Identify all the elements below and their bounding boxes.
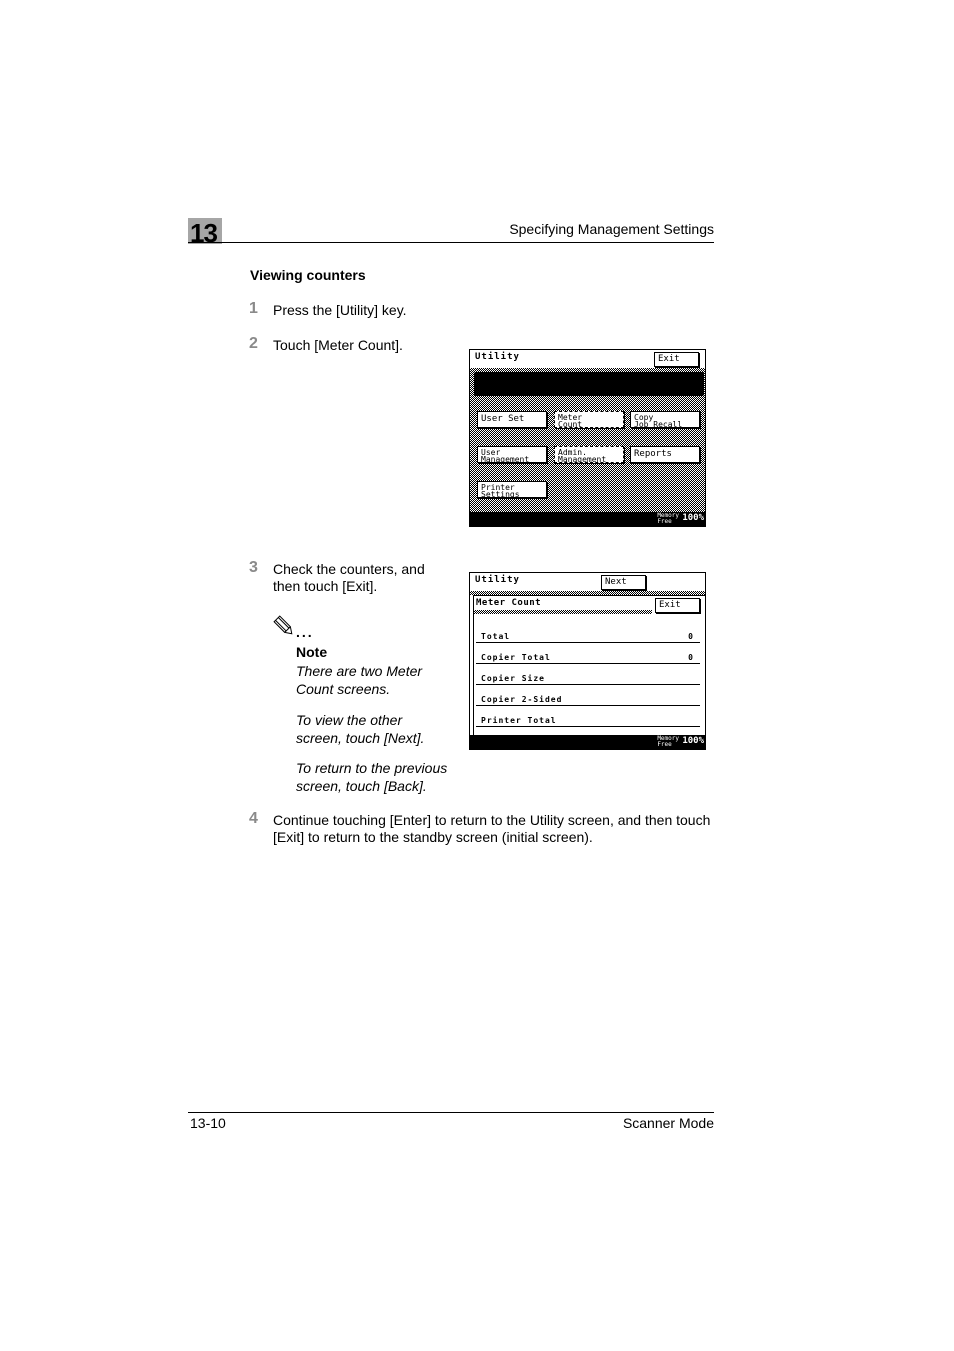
counter-row: Total 0 bbox=[476, 626, 700, 643]
step-text: Touch [Meter Count]. bbox=[273, 337, 403, 353]
memory-free-value: 100% bbox=[682, 513, 704, 523]
status-bar: Memory Free 100% bbox=[470, 735, 705, 749]
header-divider bbox=[188, 242, 714, 243]
counter-label: Copier Size bbox=[481, 674, 545, 683]
note-line: screen, touch [Next]. bbox=[296, 730, 425, 746]
step-text-line: then touch [Exit]. bbox=[273, 578, 378, 594]
counter-label: Copier Total bbox=[481, 653, 551, 662]
header-title: Specifying Management Settings bbox=[509, 221, 714, 237]
step-text: Press the [Utility] key. bbox=[273, 302, 407, 318]
button-label-line2: Count bbox=[558, 420, 583, 429]
exit-button[interactable]: Exit bbox=[654, 352, 699, 367]
free-label: Free bbox=[657, 741, 672, 748]
button-label-line2: Management bbox=[558, 455, 607, 464]
note-line: To view the other bbox=[296, 712, 403, 728]
admin-management-button[interactable]: Admin. Management bbox=[554, 446, 624, 464]
note-paragraph: To view the other screen, touch [Next]. bbox=[296, 711, 424, 747]
printer-settings-button[interactable]: Printer Settings bbox=[477, 481, 547, 499]
footer-section: Scanner Mode bbox=[622, 1115, 714, 1131]
panel-title: Meter Count bbox=[476, 598, 542, 608]
footer-divider bbox=[188, 1112, 714, 1113]
counter-value: 0 bbox=[688, 632, 694, 641]
button-label-line2: Job Recall bbox=[634, 420, 683, 429]
next-button[interactable]: Next bbox=[601, 575, 646, 590]
step-text-line: [Exit] to return to the standby screen (… bbox=[273, 829, 593, 845]
step-number: 1 bbox=[249, 300, 258, 317]
counter-label: Total bbox=[481, 632, 511, 641]
counter-row: Copier 2-Sided bbox=[476, 689, 700, 706]
hatched-strip bbox=[474, 610, 652, 614]
note-title: Note bbox=[296, 644, 328, 660]
step-text-line: Continue touching [Enter] to return to t… bbox=[273, 812, 711, 828]
user-management-button[interactable]: User Management bbox=[477, 446, 547, 464]
meter-count-button[interactable]: Meter Count bbox=[554, 411, 624, 429]
screen-title: Utility bbox=[475, 352, 520, 362]
note-paragraph: To return to the previous screen, touch … bbox=[296, 759, 447, 795]
memory-free-label: Memory Free bbox=[657, 736, 679, 748]
button-label: Reports bbox=[634, 449, 672, 459]
button-label-line2: Management bbox=[481, 455, 530, 464]
counter-value: 0 bbox=[688, 653, 694, 662]
utility-screen: Utility Exit User Set Meter Count Copy J… bbox=[469, 349, 706, 527]
page-number: 13-10 bbox=[190, 1115, 226, 1131]
step-number: 3 bbox=[249, 559, 258, 576]
memory-free-label: Memory Free bbox=[657, 513, 679, 525]
note-line: Count screens. bbox=[296, 681, 391, 697]
step-number: 2 bbox=[249, 335, 258, 352]
counter-row: Copier Size bbox=[476, 668, 700, 685]
exit-button[interactable]: Exit bbox=[655, 598, 700, 613]
user-set-button[interactable]: User Set bbox=[477, 411, 547, 428]
step-text: Continue touching [Enter] to return to t… bbox=[273, 812, 710, 846]
button-label: User Set bbox=[481, 414, 525, 424]
free-label: Free bbox=[657, 518, 672, 525]
memory-free-value: 100% bbox=[682, 736, 704, 746]
meter-count-screen: Utility Next Meter Count Exit Total 0 Co… bbox=[469, 572, 706, 750]
chapter-number: 13 bbox=[188, 218, 222, 248]
status-bar: Memory Free 100% bbox=[470, 512, 705, 526]
step-text-line: Check the counters, and bbox=[273, 561, 425, 577]
step-number: 4 bbox=[249, 810, 258, 827]
counter-label: Copier 2-Sided bbox=[481, 695, 563, 704]
pencil-icon bbox=[272, 614, 296, 638]
note-line: There are two Meter bbox=[296, 663, 423, 679]
counter-label: Printer Total bbox=[481, 716, 557, 725]
reports-button[interactable]: Reports bbox=[630, 446, 700, 463]
counter-row: Copier Total 0 bbox=[476, 647, 700, 664]
screen-title: Utility bbox=[475, 575, 520, 585]
note-line: To return to the previous bbox=[296, 760, 448, 776]
note-dots: ... bbox=[296, 624, 314, 640]
counter-row: Printer Total bbox=[476, 710, 700, 727]
section-title: Viewing counters bbox=[250, 267, 366, 283]
message-bar bbox=[474, 372, 704, 396]
button-label-line2: Settings bbox=[481, 490, 520, 499]
step-text: Check the counters, and then touch [Exit… bbox=[273, 561, 425, 595]
note-paragraph: There are two Meter Count screens. bbox=[296, 662, 422, 698]
copy-job-recall-button[interactable]: Copy Job Recall bbox=[630, 411, 700, 429]
note-line: screen, touch [Back]. bbox=[296, 778, 427, 794]
